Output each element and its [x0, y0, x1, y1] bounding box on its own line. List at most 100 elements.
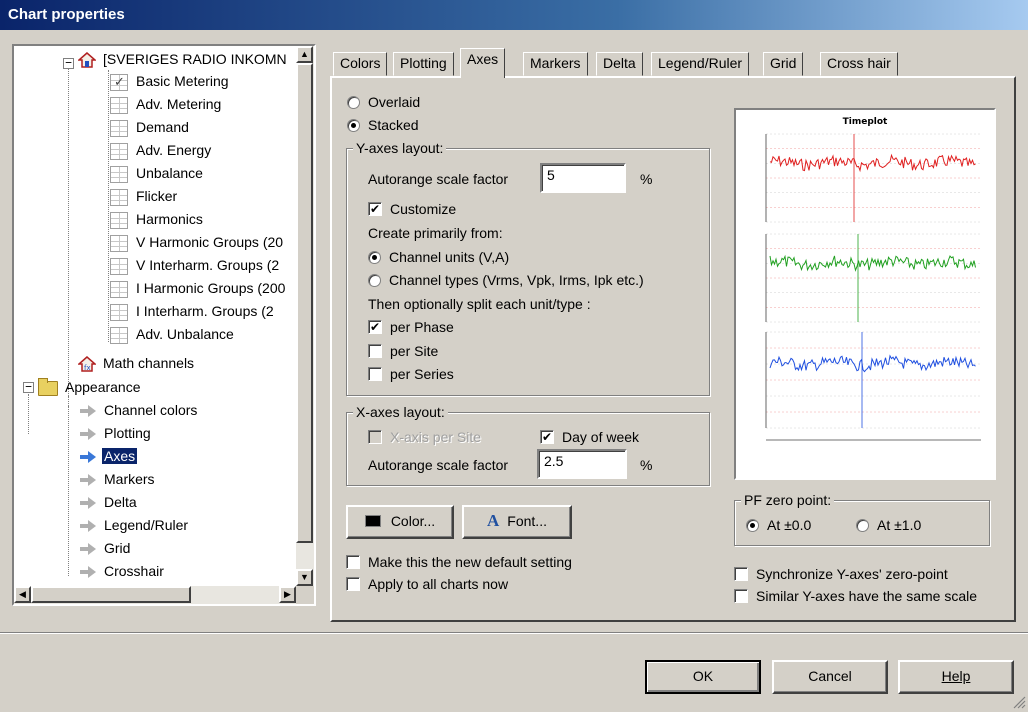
tree-item-delta[interactable]: Delta [80, 491, 139, 513]
font-icon: A [487, 511, 500, 530]
help-button[interactable]: Help [898, 660, 1014, 694]
per-phase-checkbox[interactable]: per Phase [368, 318, 454, 336]
y-autorange-label: Autorange scale factor [368, 171, 509, 187]
arrow-icon [80, 405, 96, 418]
scroll-up-icon[interactable]: ▲ [296, 46, 313, 63]
tab-delta[interactable]: Delta [596, 52, 643, 76]
tree-item-appearance[interactable]: Appearance [38, 376, 143, 398]
tab-legend-ruler[interactable]: Legend/Ruler [651, 52, 750, 76]
cancel-button[interactable]: Cancel [772, 660, 888, 694]
y-autorange-input[interactable]: 5 [540, 163, 626, 193]
tree-item-math-channels[interactable]: fx Math channels [77, 352, 196, 374]
tree-item-adv-metering[interactable]: Adv. Metering [110, 93, 223, 115]
tree-item-unbalance[interactable]: Unbalance [110, 162, 205, 184]
arrow-icon [80, 520, 96, 533]
overlaid-radio[interactable]: Overlaid [347, 93, 420, 111]
font-button[interactable]: A Font... [462, 505, 572, 539]
radio-icon [746, 519, 759, 532]
same-scale-checkbox[interactable]: Similar Y-axes have the same scale [734, 587, 977, 605]
x-axis-per-site-checkbox[interactable]: X-axis per Site [368, 428, 481, 446]
y-axes-group-title: Y-axes layout: [353, 139, 447, 157]
window-title-bar: Chart properties [0, 0, 1028, 30]
collapse-site-icon[interactable]: − [63, 57, 74, 69]
checkbox-icon [368, 344, 382, 358]
scroll-left-icon[interactable]: ◀ [14, 586, 31, 603]
customize-checkbox[interactable]: Customize [368, 200, 456, 218]
arrow-icon [80, 566, 96, 579]
sync-zero-checkbox[interactable]: Synchronize Y-axes' zero-point [734, 565, 948, 583]
tab-grid[interactable]: Grid [763, 52, 804, 76]
default-setting-checkbox[interactable]: Make this the new default setting [346, 553, 572, 571]
tree-item-crosshair[interactable]: Crosshair [80, 560, 166, 582]
tree-horizontal-scrollbar[interactable]: ◀ ▶ [14, 586, 296, 604]
preview-series-line [769, 354, 976, 373]
tree-item-i-interharm-groups[interactable]: I Interharm. Groups (2 [110, 300, 276, 322]
tree-item-adv-energy[interactable]: Adv. Energy [110, 139, 213, 161]
scroll-down-icon[interactable]: ▼ [296, 569, 313, 586]
tree-item-adv-unbalance[interactable]: Adv. Unbalance [110, 323, 236, 345]
x-autorange-input[interactable]: 2.5 [537, 449, 627, 479]
tree-item-harmonics[interactable]: Harmonics [110, 208, 205, 230]
color-button[interactable]: Color... [346, 505, 454, 539]
scroll-thumb[interactable] [296, 63, 313, 543]
preview-title: Timeplot [843, 117, 888, 127]
grid-icon [110, 280, 128, 298]
tree-site[interactable]: [SVERIGES RADIO INKOMN [77, 48, 289, 70]
pf-zero-10-radio[interactable]: At ±1.0 [856, 516, 921, 534]
pf-zero-group-title: PF zero point: [741, 491, 835, 509]
scrollbar-corner [296, 586, 314, 604]
checkbox-icon [540, 428, 554, 446]
checkbox-icon [368, 367, 382, 381]
tree-item-basic-metering[interactable]: ✓ Basic Metering [110, 70, 231, 92]
pf-zero-00-radio[interactable]: At ±0.0 [746, 516, 811, 534]
per-series-checkbox[interactable]: per Series [368, 365, 454, 383]
channel-types-radio[interactable]: Channel types (Vrms, Vpk, Irms, Ipk etc.… [368, 271, 644, 289]
tree-item-v-interharm-groups[interactable]: V Interharm. Groups (2 [110, 254, 281, 276]
site-house-icon [77, 52, 97, 69]
grid-icon [110, 257, 128, 275]
tab-colors[interactable]: Colors [333, 52, 388, 76]
scroll-thumb[interactable] [31, 586, 191, 603]
tree-item-grid[interactable]: Grid [80, 537, 132, 559]
scroll-right-icon[interactable]: ▶ [279, 586, 296, 603]
tree-item-flicker[interactable]: Flicker [110, 185, 179, 207]
resize-grip-icon[interactable] [1012, 695, 1026, 709]
tree-item-channel-colors[interactable]: Channel colors [80, 399, 199, 421]
tree-line [68, 396, 69, 576]
per-site-checkbox[interactable]: per Site [368, 342, 438, 360]
tab-cross-hair[interactable]: Cross hair [820, 52, 898, 76]
tab-plotting[interactable]: Plotting [393, 52, 454, 76]
grid-icon [110, 211, 128, 229]
tree-item-i-harmonic-groups[interactable]: I Harmonic Groups (200 [110, 277, 287, 299]
math-house-icon: fx [77, 356, 97, 372]
day-of-week-checkbox[interactable]: Day of week [540, 428, 639, 446]
tree-item-axes[interactable]: Axes [80, 445, 138, 467]
tree-item-markers[interactable]: Markers [80, 468, 157, 490]
tree-item-demand[interactable]: Demand [110, 116, 191, 138]
tree-item-v-harmonic-groups[interactable]: V Harmonic Groups (20 [110, 231, 285, 253]
tab-axes[interactable]: Axes [460, 48, 506, 78]
tree-line [68, 64, 69, 410]
preview-series-line [769, 153, 976, 173]
grid-icon [110, 234, 128, 252]
channel-units-radio[interactable]: Channel units (V,A) [368, 248, 509, 266]
x-axes-group-title: X-axes layout: [353, 403, 448, 421]
tree-item-legend-ruler[interactable]: Legend/Ruler [80, 514, 190, 536]
tree-item-plotting[interactable]: Plotting [80, 422, 153, 444]
tree-line [108, 70, 109, 342]
checkbox-icon [368, 430, 382, 444]
tree-vertical-scrollbar[interactable]: ▲ ▼ [296, 46, 314, 586]
collapse-appearance-icon[interactable]: − [23, 381, 34, 393]
ok-button[interactable]: OK [645, 660, 761, 694]
x-percent-label: % [640, 457, 653, 473]
radio-icon [368, 274, 381, 287]
settings-tree[interactable]: − [SVERIGES RADIO INKOMN ✓ Basic Metering… [12, 44, 316, 606]
tab-markers[interactable]: Markers [523, 52, 588, 76]
preview-series-line [769, 254, 976, 272]
svg-text:fx: fx [84, 364, 91, 372]
tree-content: − [SVERIGES RADIO INKOMN ✓ Basic Metering… [14, 46, 296, 586]
apply-all-checkbox[interactable]: Apply to all charts now [346, 575, 508, 593]
radio-icon [347, 96, 360, 109]
y-percent-label: % [640, 171, 653, 187]
stacked-radio[interactable]: Stacked [347, 116, 419, 134]
